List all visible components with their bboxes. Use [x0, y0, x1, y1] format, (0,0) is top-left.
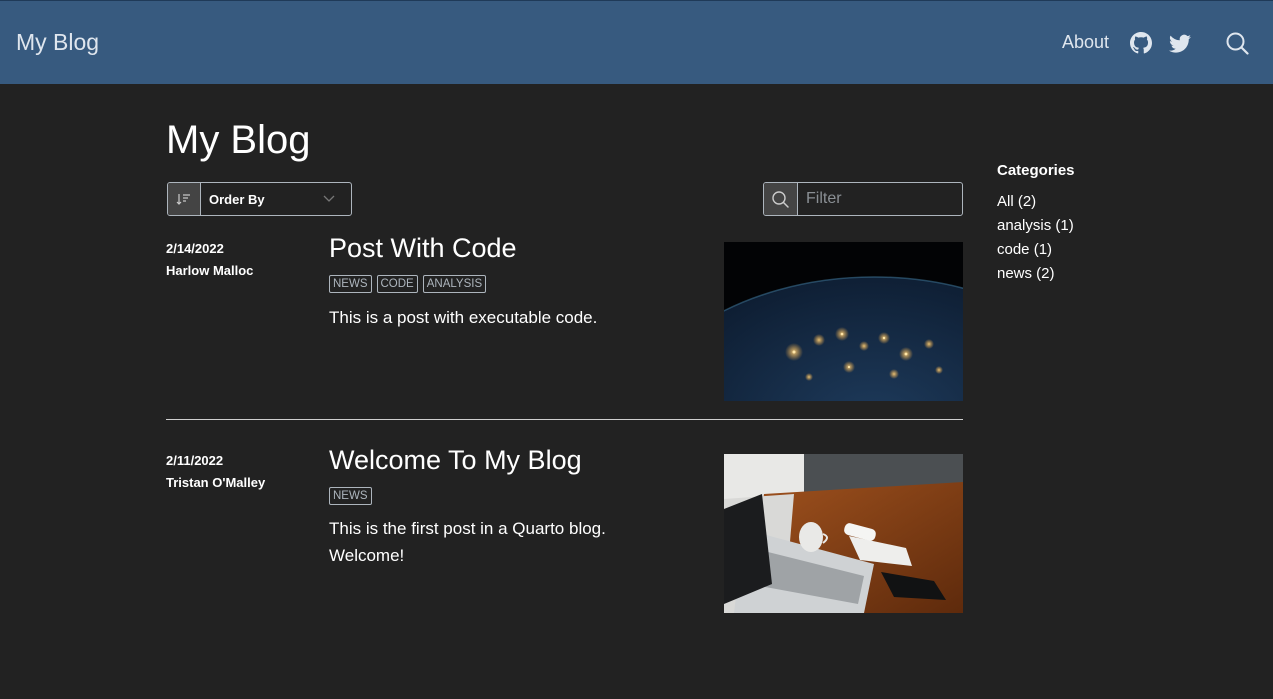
category-tag[interactable]: CODE — [376, 275, 418, 293]
category-analysis[interactable]: analysis (1) — [997, 214, 1075, 238]
order-by-label: Order By — [209, 192, 265, 207]
post-thumbnail-laptop-desk[interactable] — [724, 454, 963, 613]
category-tag[interactable]: NEWS — [329, 487, 372, 505]
chevron-down-icon — [323, 195, 335, 202]
category-all[interactable]: All (2) — [997, 190, 1075, 214]
post-title[interactable]: Post With Code — [329, 233, 517, 264]
search-icon[interactable] — [1225, 31, 1249, 55]
categories-sidebar: Categories All (2) analysis (1) code (1)… — [997, 162, 1075, 286]
twitter-icon[interactable] — [1169, 32, 1191, 54]
sort-icon — [168, 183, 201, 215]
category-tag[interactable]: NEWS — [329, 275, 372, 293]
category-tag[interactable]: ANALYSIS — [422, 275, 487, 293]
categories-title: Categories — [997, 162, 1075, 179]
navbar: My Blog About — [0, 0, 1273, 84]
github-icon[interactable] — [1130, 32, 1152, 54]
filter-input[interactable] — [798, 183, 958, 215]
post-thumbnail-earth-at-night[interactable] — [724, 242, 963, 401]
post-author: Harlow Malloc — [166, 263, 254, 278]
order-by-select[interactable]: Order By — [167, 182, 352, 216]
post-description: This is a post with executable code. — [329, 308, 598, 327]
post-description: This is the first post in a Quarto blog.… — [329, 519, 606, 565]
post-author: Tristan O'Malley — [166, 475, 266, 490]
post-title[interactable]: Welcome To My Blog — [329, 445, 582, 476]
filter-field — [763, 182, 963, 216]
category-code[interactable]: code (1) — [997, 238, 1075, 262]
post-date: 2/14/2022 — [166, 241, 224, 256]
filter-search-icon — [764, 183, 798, 215]
page-title: My Blog — [166, 118, 311, 162]
post-categories: NEWS — [329, 487, 372, 505]
navbar-brand[interactable]: My Blog — [16, 29, 99, 56]
post-categories: NEWS CODE ANALYSIS — [329, 275, 487, 293]
post-date: 2/11/2022 — [166, 453, 224, 468]
post-divider — [166, 419, 963, 420]
nav-link-about[interactable]: About — [1062, 32, 1109, 53]
category-news[interactable]: news (2) — [997, 262, 1075, 286]
